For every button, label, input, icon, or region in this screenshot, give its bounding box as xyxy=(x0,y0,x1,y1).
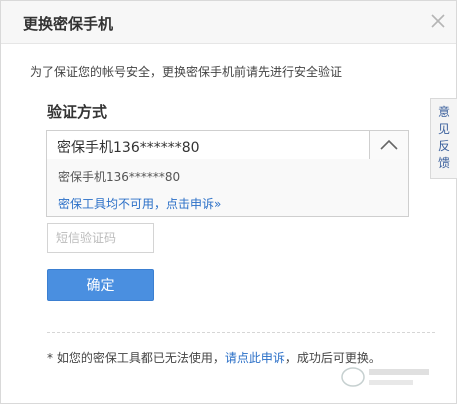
close-icon[interactable] xyxy=(427,10,449,32)
confirm-button[interactable]: 确定 xyxy=(47,269,154,301)
appeal-link[interactable]: 密保工具均不可用，点击申诉» xyxy=(58,195,221,212)
intro-text: 为了保证您的帐号安全，更换密保手机前请先进行安全验证 xyxy=(30,65,343,79)
background-page-edge xyxy=(1,399,121,405)
footnote: * 如您的密保工具都已无法使用，请点此申诉，成功后可更换。 xyxy=(47,349,381,366)
chevron-up-icon[interactable] xyxy=(369,131,408,159)
verify-method-dropdown: 密保手机136******80 密保工具均不可用，点击申诉» xyxy=(46,159,409,217)
selected-method: 密保手机136******80 xyxy=(57,140,200,156)
feedback-label: 意见反馈 xyxy=(438,105,451,170)
dropdown-option-phone[interactable]: 密保手机136******80 xyxy=(58,168,180,185)
footnote-prefix: * 如您的密保工具都已无法使用， xyxy=(47,351,225,365)
dialog-titlebar: 更换密保手机 xyxy=(1,1,456,44)
feedback-tab[interactable]: 意见反馈 xyxy=(430,98,457,179)
footnote-appeal-link[interactable]: 请点此申诉 xyxy=(225,351,285,365)
watermark-logo xyxy=(339,363,435,391)
sms-code-input[interactable] xyxy=(47,223,154,253)
dialog-title: 更换密保手机 xyxy=(23,15,114,33)
verify-method-label: 验证方式 xyxy=(47,103,108,121)
verify-method-select[interactable]: 密保手机136******80 xyxy=(46,130,409,160)
change-phone-dialog: 更换密保手机 为了保证您的帐号安全，更换密保手机前请先进行安全验证 验证方式 密… xyxy=(0,0,457,404)
divider xyxy=(47,332,435,333)
